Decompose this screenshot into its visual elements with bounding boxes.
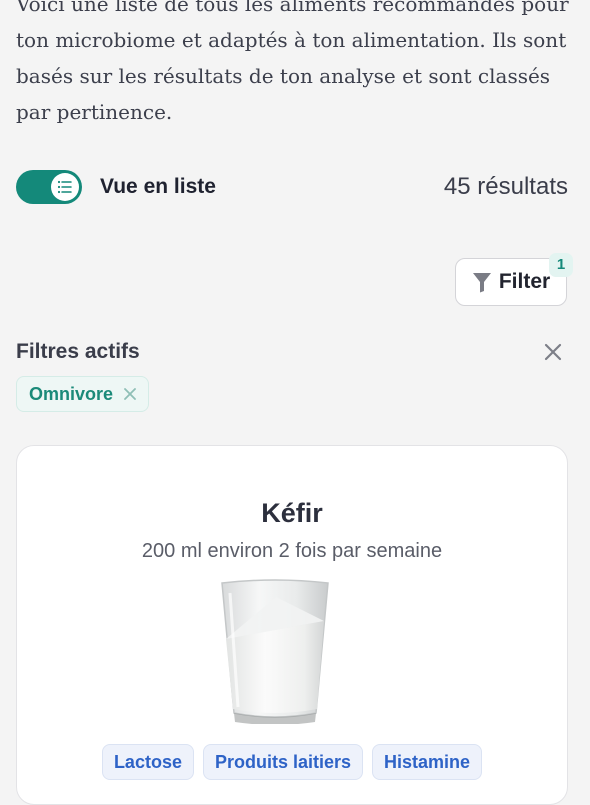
clear-filters-button[interactable] (539, 338, 567, 366)
results-count: 45 résultats (443, 173, 568, 200)
food-portion: 200 ml environ 2 fois par semaine (141, 540, 443, 562)
filter-button-label: Filter (498, 270, 551, 293)
list-view-label: Vue en liste (100, 175, 216, 198)
close-icon (124, 388, 136, 400)
kefir-glass-image (221, 579, 329, 724)
food-tags: Lactose Produits laitiers Histamine (17, 744, 567, 780)
filter-chip-omnivore: Omnivore (16, 376, 150, 412)
list-view-toggle[interactable] (16, 170, 82, 204)
toggle-knob (51, 173, 79, 201)
close-icon (544, 343, 562, 361)
intro-text: Voici une liste de tous les aliments rec… (16, 0, 569, 124)
filter-chip-label: Omnivore (29, 383, 114, 404)
remove-filter-button[interactable] (122, 386, 138, 402)
food-card[interactable]: Kéfir 200 ml environ 2 fois par semaine … (16, 445, 568, 805)
filter-count-badge: 1 (549, 253, 573, 277)
tag-produits-laitiers: Produits laitiers (202, 744, 364, 780)
tag-lactose: Lactose (101, 744, 194, 780)
food-title: Kéfir (261, 498, 323, 528)
funnel-icon (472, 272, 491, 292)
active-filters-title: Filtres actifs (16, 340, 140, 363)
tag-histamine: Histamine (372, 744, 483, 780)
list-icon (57, 180, 72, 194)
